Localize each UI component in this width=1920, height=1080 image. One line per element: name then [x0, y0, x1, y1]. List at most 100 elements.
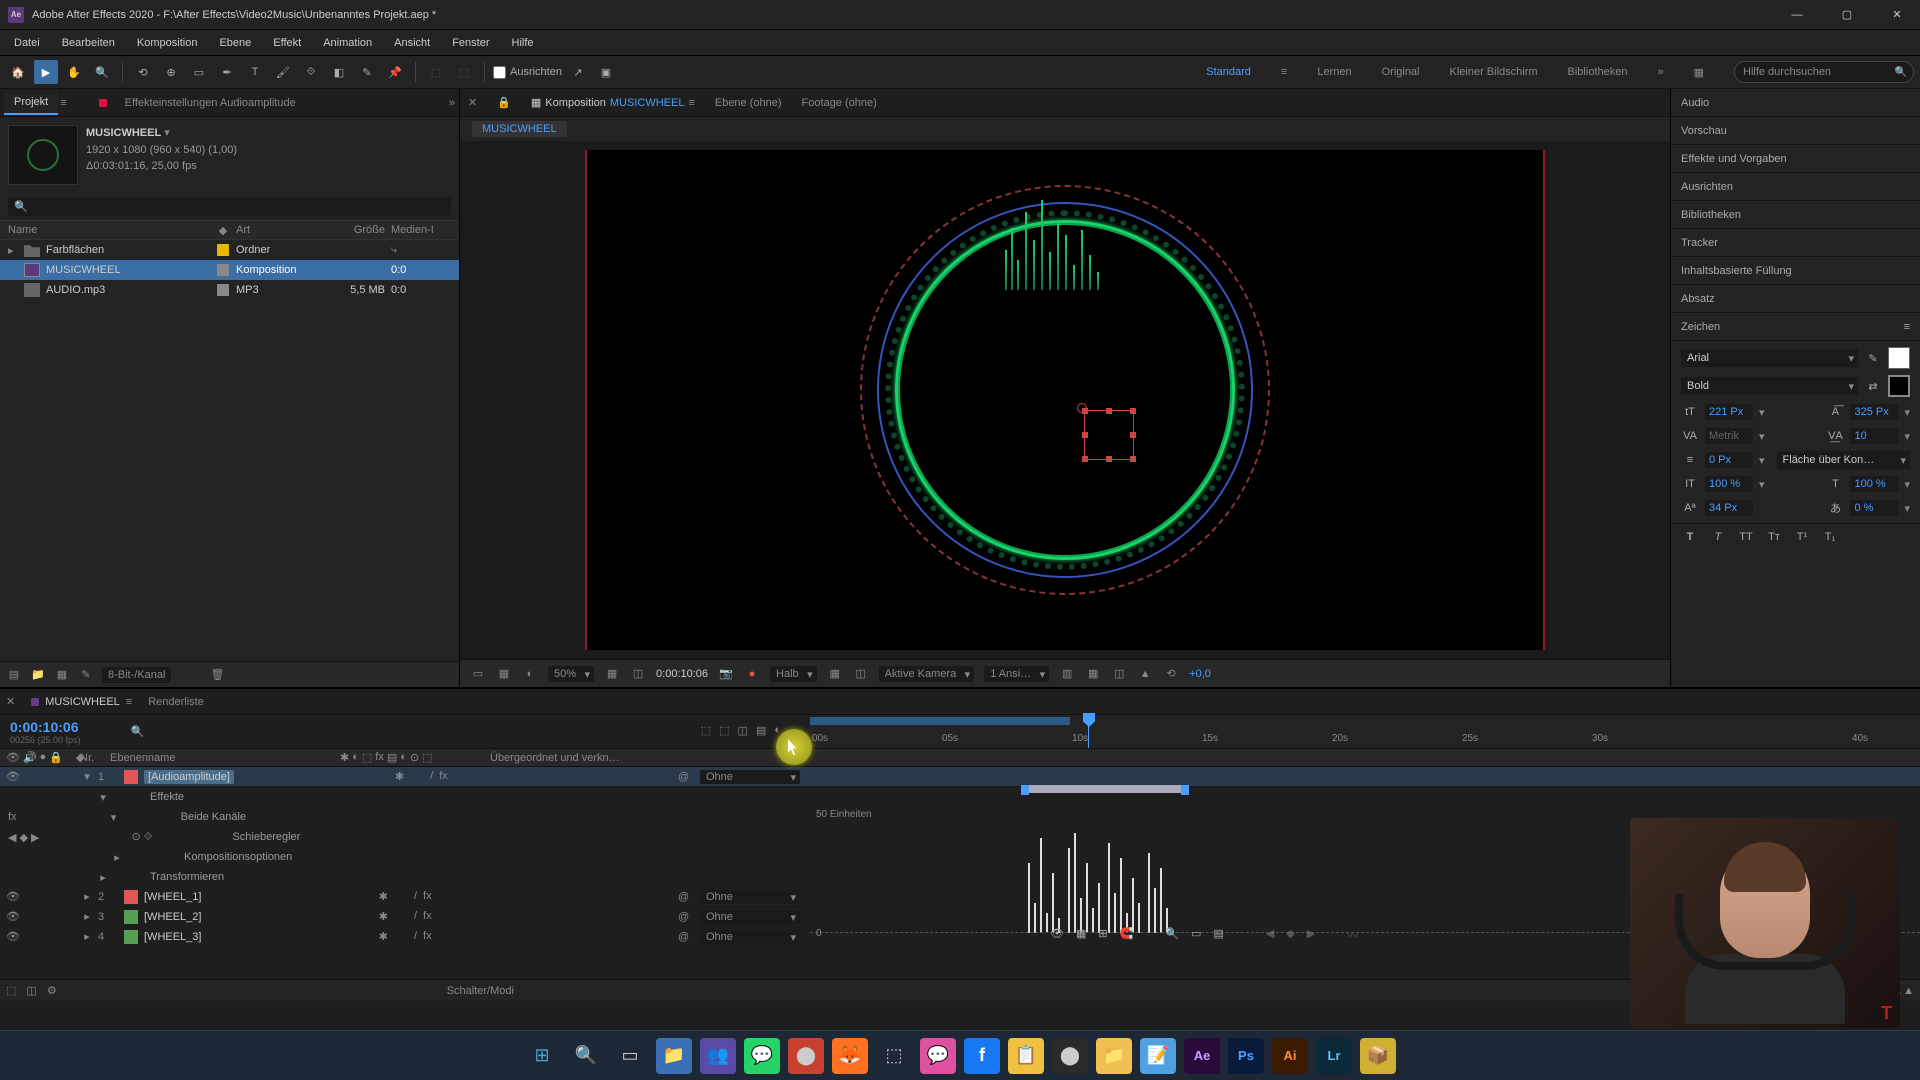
shy-switch[interactable]: ✱ [379, 930, 388, 943]
shy-switch[interactable]: ✱ [379, 910, 388, 923]
workspace-bibliotheken[interactable]: Bibliotheken [1568, 66, 1628, 78]
twirl-icon[interactable]: ▸ [8, 244, 18, 257]
workspace-original[interactable]: Original [1382, 66, 1420, 78]
keyframe-diamond-icon[interactable]: ◆ [1286, 927, 1294, 943]
parent-dropdown[interactable]: Ohne [700, 890, 800, 904]
label-swatch[interactable] [124, 770, 138, 784]
adjust-icon[interactable]: ✎ [78, 667, 94, 683]
switch-icon[interactable]: ◐ [400, 751, 407, 764]
panel-inhaltsbasierte-fuellung[interactable]: Inhaltsbasierte Füllung [1671, 257, 1920, 285]
taskbar-search-icon[interactable]: 🔍 [568, 1038, 604, 1074]
toggle-brain-icon[interactable]: ⚙ [47, 984, 57, 997]
parent-dropdown[interactable]: Ohne [700, 930, 800, 944]
help-search-input[interactable]: Hilfe durchsuchen [1734, 61, 1914, 83]
toggle-modes-icon[interactable]: ◫ [26, 984, 36, 997]
tsume-input[interactable]: 0 % [1850, 500, 1898, 516]
illustrator-icon[interactable]: Ai [1272, 1038, 1308, 1074]
layer-row[interactable]: 👁 ▾ 1 [Audioamplitude] ✱/fx @Ohne [0, 767, 1920, 787]
italic-button[interactable]: T [1709, 528, 1727, 546]
panel-bibliotheken[interactable]: Bibliotheken [1671, 201, 1920, 229]
graph-menu-icon[interactable]: ▤ [1213, 927, 1223, 943]
twirl-icon[interactable]: ▸ [80, 890, 94, 903]
viewer-close-icon[interactable]: ✕ [468, 96, 477, 109]
fx-switch[interactable]: / [414, 910, 417, 923]
fx-switch[interactable]: / [414, 890, 417, 903]
resize-handle[interactable] [1130, 456, 1136, 462]
leading-input[interactable]: 325 Px [1850, 404, 1898, 420]
comp-dropdown-icon[interactable]: ▾ [164, 127, 170, 139]
graph-editor-toggle-highlight[interactable] [776, 729, 812, 765]
lightroom-icon[interactable]: Lr [1316, 1038, 1352, 1074]
zoom-dropdown[interactable]: 50% [548, 666, 594, 682]
snap-checkbox[interactable] [493, 66, 506, 79]
resize-handle[interactable] [1082, 408, 1088, 414]
trash-icon[interactable]: 🗑 [209, 667, 225, 683]
pen-tool-icon[interactable]: ✒ [215, 60, 239, 84]
switcher-label[interactable]: Schalter/Modi [447, 985, 514, 997]
graph-fit-icon[interactable]: ▭ [1191, 927, 1201, 943]
col-size[interactable]: Größe [326, 224, 391, 236]
notepad-icon[interactable]: 📝 [1140, 1038, 1176, 1074]
home-tool-icon[interactable]: 🏠 [6, 60, 30, 84]
switch-icon[interactable]: ⬚ [422, 751, 432, 764]
pickwhip-icon[interactable]: @ [678, 911, 694, 923]
viewer-tab-footage[interactable]: Footage (ohne) [802, 97, 877, 109]
visibility-toggle[interactable]: 👁 [6, 910, 20, 923]
channel-icon[interactable]: ● [744, 666, 760, 682]
view3-icon[interactable]: ◫ [1111, 666, 1127, 682]
hscale-input[interactable]: 100 % [1850, 476, 1898, 492]
graph-search-icon[interactable]: 🔍 [1165, 927, 1179, 943]
explorer-icon[interactable]: 📁 [656, 1038, 692, 1074]
col-media[interactable]: Medien-I [391, 224, 441, 236]
kerning-input[interactable]: Metrik [1705, 428, 1753, 444]
menu-fenster[interactable]: Fenster [442, 33, 499, 53]
draft-3d-icon[interactable]: ⬚ [719, 724, 729, 740]
menu-ebene[interactable]: Ebene [209, 33, 261, 53]
fill-color-swatch[interactable] [1888, 347, 1910, 369]
menu-datei[interactable]: Datei [4, 33, 50, 53]
switch-icon[interactable]: ✱ [340, 751, 349, 764]
viewer-breadcrumb[interactable]: MUSICWHEEL [472, 121, 567, 137]
eraser-tool-icon[interactable]: ◧ [327, 60, 351, 84]
switch-icon[interactable]: ⊙ [410, 751, 419, 764]
label-swatch[interactable] [124, 890, 138, 904]
fx-badge[interactable]: fx [439, 770, 448, 783]
switch-icon[interactable]: fx [375, 751, 384, 764]
menu-bearbeiten[interactable]: Bearbeiten [52, 33, 125, 53]
brush-tool-icon[interactable]: 🖌 [271, 60, 295, 84]
panel-menu-icon[interactable]: ≡ [60, 97, 66, 109]
col-name[interactable]: Name [0, 224, 210, 236]
av-speaker-icon[interactable]: 🔊 [23, 751, 37, 764]
twirl-icon[interactable]: ▸ [80, 930, 94, 943]
menu-hilfe[interactable]: Hilfe [502, 33, 544, 53]
local-axis-icon[interactable]: ⬚ [424, 60, 448, 84]
tab-projekt[interactable]: Projekt [4, 91, 58, 115]
app-icon[interactable]: 📦 [1360, 1038, 1396, 1074]
visibility-toggle[interactable]: 👁 [6, 770, 20, 783]
viewer-lock-icon[interactable]: 🔒 [497, 96, 511, 109]
superscript-button[interactable]: T¹ [1793, 528, 1811, 546]
comp-mini-flow-icon[interactable]: ⬚ [701, 724, 711, 740]
app-icon[interactable]: ⬤ [788, 1038, 824, 1074]
interpret-footage-icon[interactable]: ▤ [6, 667, 22, 683]
workspace-menu-icon[interactable]: ≡ [1281, 66, 1287, 78]
whatsapp-icon[interactable]: 💬 [744, 1038, 780, 1074]
col-art[interactable]: Art [236, 224, 326, 236]
minimize-button[interactable]: ― [1782, 5, 1812, 25]
eyedropper-icon[interactable]: ✎ [1864, 349, 1882, 367]
roto-tool-icon[interactable]: ✎ [355, 60, 379, 84]
hand-tool-icon[interactable]: ✋ [62, 60, 86, 84]
firefox-icon[interactable]: 🦊 [832, 1038, 868, 1074]
selection-tool-icon[interactable]: ▶ [34, 60, 58, 84]
playhead[interactable] [1088, 715, 1089, 748]
composition-canvas[interactable] [585, 150, 1545, 650]
world-axis-icon[interactable]: ⬚ [452, 60, 476, 84]
viewer-tab-komposition[interactable]: ▦ Komposition MUSICWHEEL ≡ [531, 96, 695, 109]
layer-selection-bounds[interactable] [1084, 410, 1134, 460]
layer-name[interactable]: [Audioamplitude] [144, 770, 234, 784]
project-search-input[interactable]: 🔍 [8, 197, 451, 216]
graph-magnet-icon[interactable]: 🧲 [1120, 927, 1134, 943]
graph-options-icon[interactable]: ▦ [1076, 927, 1086, 943]
panel-absatz[interactable]: Absatz [1671, 285, 1920, 313]
fx-switch[interactable]: / [414, 930, 417, 943]
